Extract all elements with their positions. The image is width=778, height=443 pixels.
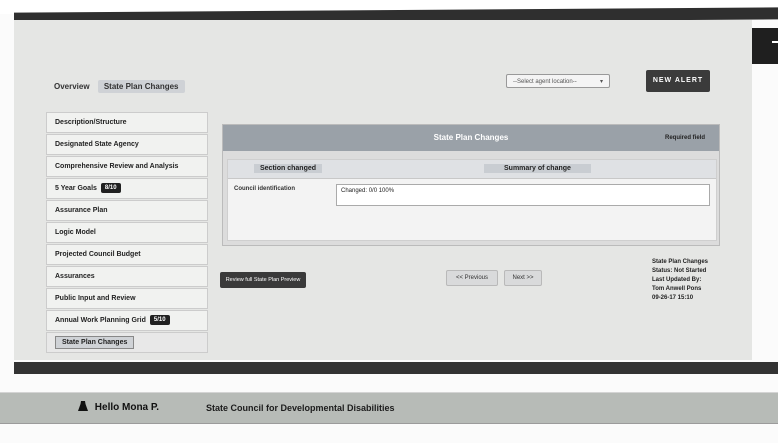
breadcrumb: Overview State Plan Changes [54,80,185,93]
column-header-summary: Summary of change [484,164,591,173]
sidebar-item-state-plan-changes[interactable]: State Plan Changes [46,332,208,353]
status-panel: State Plan Changes Status: Not Started L… [652,258,742,303]
app-panel: Overview State Plan Changes --Select age… [14,20,752,360]
sidebar-item-label: Description/Structure [55,119,127,126]
count-badge: 8/10 [100,183,121,194]
chevron-down-icon: ▾ [599,79,603,85]
sidebar-item-5-year-goals[interactable]: 5 Year Goals 8/10 [46,178,208,199]
sidebar-item-public-input[interactable]: Public Input and Review [46,288,208,309]
status-timestamp: 09-26-17 15:10 [652,295,694,301]
footer-bar: Hello Mona P. State Council for Developm… [0,392,778,424]
panel-header: State Plan Changes Required field [223,125,719,151]
column-header-section: Section changed [254,164,323,173]
status-last-updated-label: Last Updated By: [652,277,702,283]
agent-location-select[interactable]: --Select agent location-- ▾ [506,74,610,88]
sidebar-item-description[interactable]: Description/Structure [46,112,208,133]
user-greeting[interactable]: Hello Mona P. [78,401,159,413]
sidebar-item-label: State Plan Changes [55,336,135,349]
new-alert-button[interactable]: NEW ALERT [646,70,710,92]
table-header: Section changed Summary of change [228,160,716,179]
sidebar-item-assurances[interactable]: Assurances [46,266,208,287]
sidebar-item-label: Projected Council Budget [55,251,141,258]
select-value: --Select agent location-- [513,79,577,85]
sidebar-item-label: Designated State Agency [55,141,139,148]
sidebar-item-designated-state-agency[interactable]: Designated State Agency [46,134,208,155]
user-name: Hello Mona P. [94,402,160,413]
sidebar-item-label: Public Input and Review [55,295,136,302]
count-badge: 5/10 [149,315,170,326]
sidebar-item-label: Assurances [55,273,95,280]
sidebar-item-label: Comprehensive Review and Analysis [55,163,179,170]
sidebar-item-label: 5 Year Goals [55,185,97,192]
panel-subtitle: Required field [664,135,705,141]
status-state: Status: Not Started [652,268,707,274]
sidebar: Description/Structure Designated State A… [46,112,208,354]
sidebar-item-annual-work-plan[interactable]: Annual Work Planning Grid 5/10 [46,310,208,331]
minus-icon [772,41,778,43]
bottom-dark-bar [14,362,778,374]
sidebar-item-assurance-plan[interactable]: Assurance Plan [46,200,208,221]
sidebar-item-label: Assurance Plan [55,207,108,214]
sidebar-item-label: Logic Model [55,229,96,236]
next-button[interactable]: Next >> [504,270,542,286]
state-plan-panel: State Plan Changes Required field Sectio… [222,124,720,246]
status-user: Tom Anwell Pons [652,286,702,292]
panel-title: State Plan Changes [433,133,509,142]
view-state-plan-button[interactable]: Review full State Plan Preview [220,272,306,288]
summary-textarea[interactable]: Changed: 0/0 100% [336,184,710,206]
sidebar-item-label: Annual Work Planning Grid [55,317,146,324]
organization-name: State Council for Developmental Disabili… [206,403,395,413]
sidebar-item-projected-budget[interactable]: Projected Council Budget [46,244,208,265]
panel-body: Section changed Summary of change Counci… [227,159,717,241]
row-label: Council identification [234,186,295,192]
breadcrumb-root[interactable]: Overview [54,82,90,91]
previous-button[interactable]: << Previous [446,270,498,286]
breadcrumb-current: State Plan Changes [97,80,185,93]
sidebar-item-logic-model[interactable]: Logic Model [46,222,208,243]
right-edge-button[interactable] [752,28,778,64]
user-icon [78,401,88,411]
status-title: State Plan Changes [652,259,709,265]
sidebar-item-comprehensive-review[interactable]: Comprehensive Review and Analysis [46,156,208,177]
